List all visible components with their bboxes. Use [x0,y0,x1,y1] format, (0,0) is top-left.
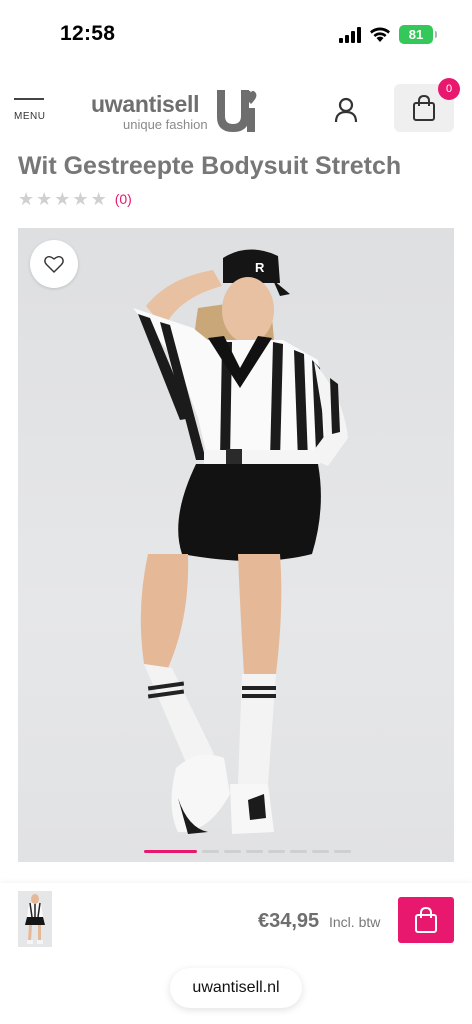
star-icon: ★ [90,188,107,209]
signal-icon [339,27,361,43]
status-bar: 12:58 81 [0,0,472,70]
sticky-buy-bar: €34,95 Incl. btw [0,883,472,959]
gallery-dot[interactable] [268,850,285,853]
star-icon: ★ [72,188,89,209]
logo-tagline: unique fashion [123,117,208,132]
gallery-dot[interactable] [144,850,197,853]
menu-icon [14,98,44,100]
wifi-icon [370,27,390,42]
star-icon: ★ [54,188,71,209]
cart-count-badge: 0 [438,78,460,100]
site-logo[interactable]: uwantisell unique fashion [90,86,260,136]
star-icon: ★ [36,188,53,209]
user-icon [334,97,358,123]
shopping-bag-icon [415,906,437,933]
battery-indicator: 81 [399,25,437,44]
product-photo: R [133,249,348,834]
product-thumbnail[interactable] [18,891,52,947]
menu-label: MENU [14,111,46,122]
favorite-button[interactable] [30,240,78,288]
svg-text:R: R [255,260,265,275]
product-price: €34,95 [258,910,320,932]
logo-mark-icon [217,90,257,132]
browser-url-bar[interactable]: uwantisell.nl [170,968,302,1008]
shopping-bag-icon [413,94,435,121]
heart-icon [44,256,64,273]
gallery-dot[interactable] [224,850,241,853]
status-time: 12:58 [60,22,116,45]
site-header: MENU uwantisell unique fashion [0,70,472,148]
product-rating: ★ ★ ★ ★ ★ (0) [18,189,132,209]
gallery-dot[interactable] [334,850,351,853]
gallery-dot[interactable] [290,850,307,853]
logo-name: uwantisell [91,91,200,117]
gallery-dot[interactable] [312,850,329,853]
thumbnail-photo [25,894,45,944]
gallery-pagination [144,850,356,853]
product-image[interactable]: R [18,228,454,862]
menu-button[interactable]: MENU [14,98,50,128]
vat-label: Incl. btw [329,914,381,930]
gallery-dot[interactable] [246,850,263,853]
star-icon: ★ [18,188,35,209]
account-button[interactable] [330,94,362,126]
review-count-link[interactable]: (0) [115,191,132,207]
add-to-cart-button[interactable] [398,897,454,943]
gallery-dot[interactable] [202,850,219,853]
